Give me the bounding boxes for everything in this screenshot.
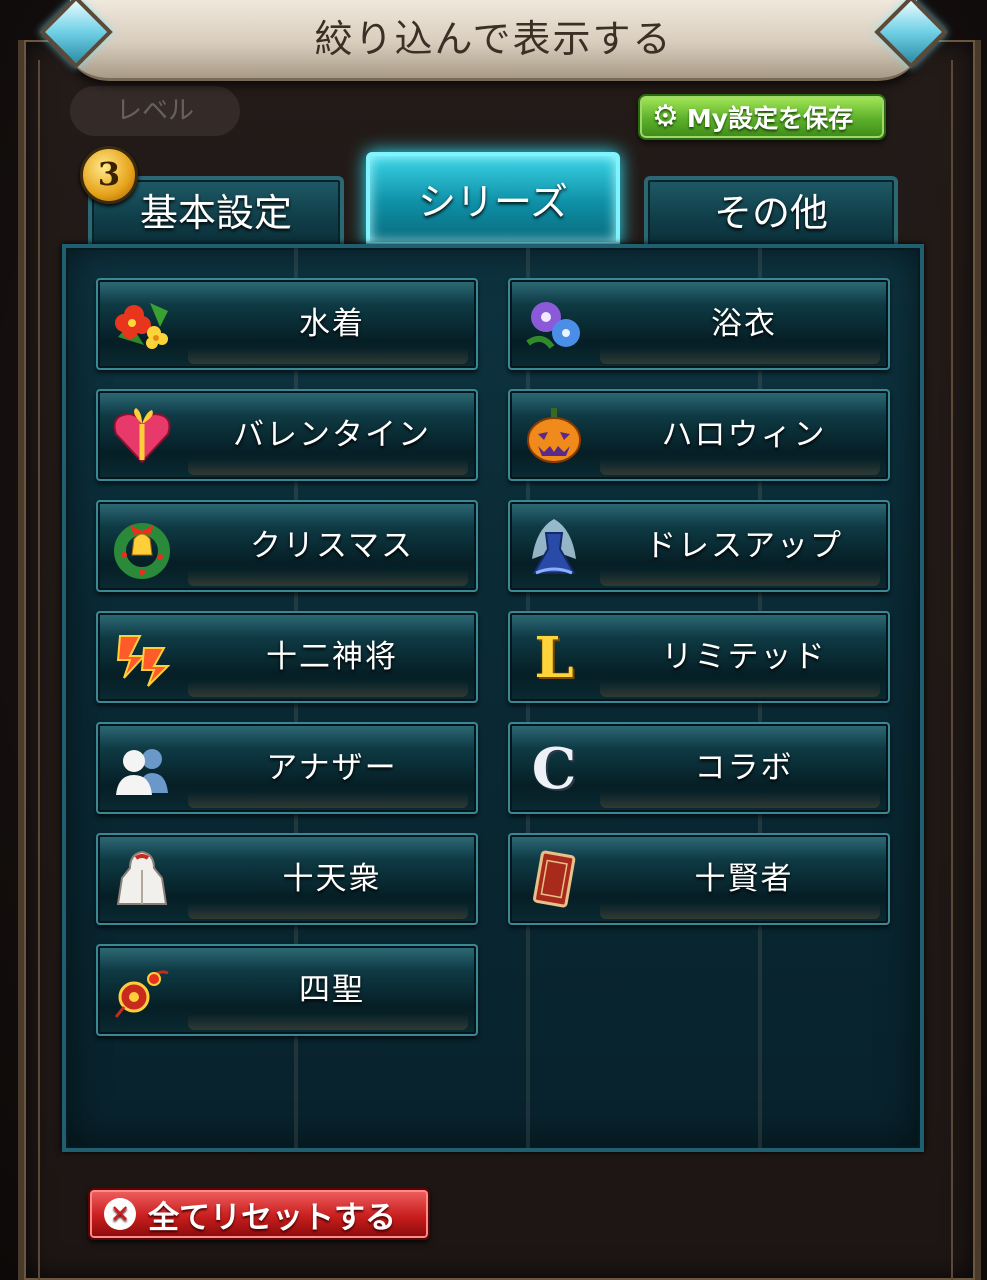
tab-label: 基本設定 — [139, 191, 292, 235]
two-people-icon — [108, 736, 176, 802]
series-button-twelve-generals[interactable]: 十二神将 — [96, 611, 478, 703]
limited-l-icon: L — [534, 625, 574, 691]
series-button-dress-up[interactable]: ドレスアップ — [508, 500, 890, 592]
series-button-four-saints[interactable]: 四聖 — [96, 944, 478, 1036]
series-button-ten-heavenly[interactable]: 十天衆 — [96, 833, 478, 925]
ornament-icon — [108, 958, 176, 1024]
save-settings-label: My設定を保存 — [686, 104, 854, 133]
tab-series[interactable]: シリーズ — [366, 152, 620, 246]
series-button-collab[interactable]: C コラボ — [508, 722, 890, 814]
count-badge: 3 — [80, 146, 138, 204]
pumpkin-icon — [520, 403, 588, 469]
tab-label: その他 — [713, 191, 828, 235]
wreath-icon — [108, 514, 176, 580]
series-button-halloween[interactable]: ハロウィン — [508, 389, 890, 481]
gear-icon: ⚙ — [652, 99, 679, 134]
heart-box-icon — [108, 403, 176, 469]
collab-c-icon: C — [531, 736, 577, 802]
white-robe-icon — [108, 847, 176, 913]
reset-all-label: 全てリセットする — [148, 1199, 396, 1236]
dress-icon — [520, 514, 588, 580]
series-button-christmas[interactable]: クリスマス — [96, 500, 478, 592]
series-button-another[interactable]: アナザー — [96, 722, 478, 814]
background-level-tab: レベル — [70, 86, 240, 136]
morning-glory-icon — [520, 292, 588, 358]
title-banner: 絞り込んで表示する — [70, 0, 917, 81]
red-card-icon — [520, 847, 588, 913]
tab-other[interactable]: その他 — [644, 176, 898, 246]
page-title: 絞り込んで表示する — [314, 17, 673, 61]
tab-label: シリーズ — [417, 180, 569, 224]
series-button-swimsuit[interactable]: 水着 — [96, 278, 478, 370]
series-button-yukata[interactable]: 浴衣 — [508, 278, 890, 370]
zodiac-icon — [108, 625, 176, 691]
close-circle-icon: ✕ — [104, 1198, 136, 1230]
hibiscus-icon — [108, 292, 176, 358]
series-button-valentine[interactable]: バレンタイン — [96, 389, 478, 481]
series-button-limited[interactable]: L リミテッド — [508, 611, 890, 703]
save-settings-button[interactable]: ⚙ My設定を保存 — [638, 94, 886, 140]
series-button-ten-sages[interactable]: 十賢者 — [508, 833, 890, 925]
reset-all-button[interactable]: ✕ 全てリセットする — [88, 1188, 430, 1240]
